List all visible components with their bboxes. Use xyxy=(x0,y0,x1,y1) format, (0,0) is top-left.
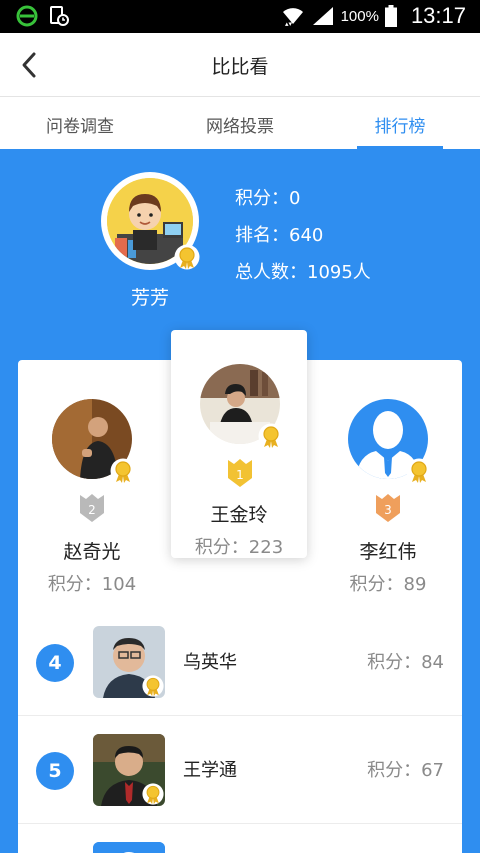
ranking-row-6-partial[interactable] xyxy=(18,824,462,853)
rank-2-shield-icon: 2 xyxy=(79,493,105,523)
my-score: 积分：0 xyxy=(235,188,301,209)
my-rank: 排名：640 xyxy=(235,225,324,246)
row-score: 积分：84 xyxy=(367,652,444,673)
podium-3-name: 李红伟 xyxy=(359,541,417,563)
page-title: 比比看 xyxy=(211,56,269,78)
rank-2-label: 2 xyxy=(88,503,96,517)
my-name: 芳芳 xyxy=(130,287,169,309)
tab-bar: 问卷调查 网络投票 排行榜 xyxy=(0,97,480,149)
podium-1-name: 王金玲 xyxy=(210,504,268,526)
ranking-row-4[interactable]: 4 乌英华 积分：84 xyxy=(18,608,462,716)
medal-icon xyxy=(142,783,164,805)
status-time: 13:17 xyxy=(410,3,466,28)
row-name: 王学通 xyxy=(183,760,237,781)
rank-1-label: 1 xyxy=(236,468,244,482)
podium-1-score: 积分：223 xyxy=(194,537,284,558)
tab-survey[interactable]: 问卷调查 xyxy=(0,97,160,149)
app-screen: ▴▾ 100% 13:17 比比看 问卷调查 网络投票 排行榜 芳芳 积分：0 … xyxy=(0,0,480,853)
status-left xyxy=(16,5,70,27)
podium-3-score: 积分：89 xyxy=(349,574,427,595)
rank-1-shield-icon: 1 xyxy=(227,458,253,488)
my-stats: 积分：0 排名：640 总人数：1095人 xyxy=(235,180,371,291)
medal-icon xyxy=(110,458,136,484)
rank-3-shield-icon: 3 xyxy=(375,493,401,523)
svg-text:▴▾: ▴▾ xyxy=(285,20,293,27)
rank-3-label: 3 xyxy=(384,503,392,517)
total-people: 总人数：1095人 xyxy=(235,262,371,283)
tab-ranking[interactable]: 排行榜 xyxy=(320,97,480,149)
battery-percent: 100% xyxy=(340,7,379,25)
medal-icon xyxy=(142,675,164,697)
medal-icon xyxy=(258,423,284,449)
tab-vote[interactable]: 网络投票 xyxy=(160,97,320,149)
signal-icon xyxy=(312,7,333,25)
title-bar: 比比看 xyxy=(0,33,480,97)
podium-2-name: 赵奇光 xyxy=(63,541,121,563)
tab-label: 问卷调查 xyxy=(46,117,114,137)
tab-label: 排行榜 xyxy=(374,117,426,137)
rank-number: 4 xyxy=(36,644,74,682)
status-right: ▴▾ 100% 13:17 xyxy=(281,3,466,29)
wifi-icon: ▴▾ xyxy=(282,8,303,27)
podium-2-score: 积分：104 xyxy=(47,574,137,595)
tab-label: 网络投票 xyxy=(206,117,274,137)
status-bar: ▴▾ 100% 13:17 xyxy=(0,0,480,33)
medal-icon xyxy=(406,458,432,484)
row-score: 积分：67 xyxy=(367,760,444,781)
row-avatar xyxy=(93,842,165,853)
ranking-row-5[interactable]: 5 王学通 积分：67 xyxy=(18,716,462,824)
sim-clock-icon xyxy=(50,6,69,26)
browser-e-icon xyxy=(16,5,38,27)
rank-number: 5 xyxy=(36,752,74,790)
battery-icon xyxy=(384,5,397,27)
medal-icon xyxy=(174,244,200,270)
row-name: 乌英华 xyxy=(183,652,237,673)
